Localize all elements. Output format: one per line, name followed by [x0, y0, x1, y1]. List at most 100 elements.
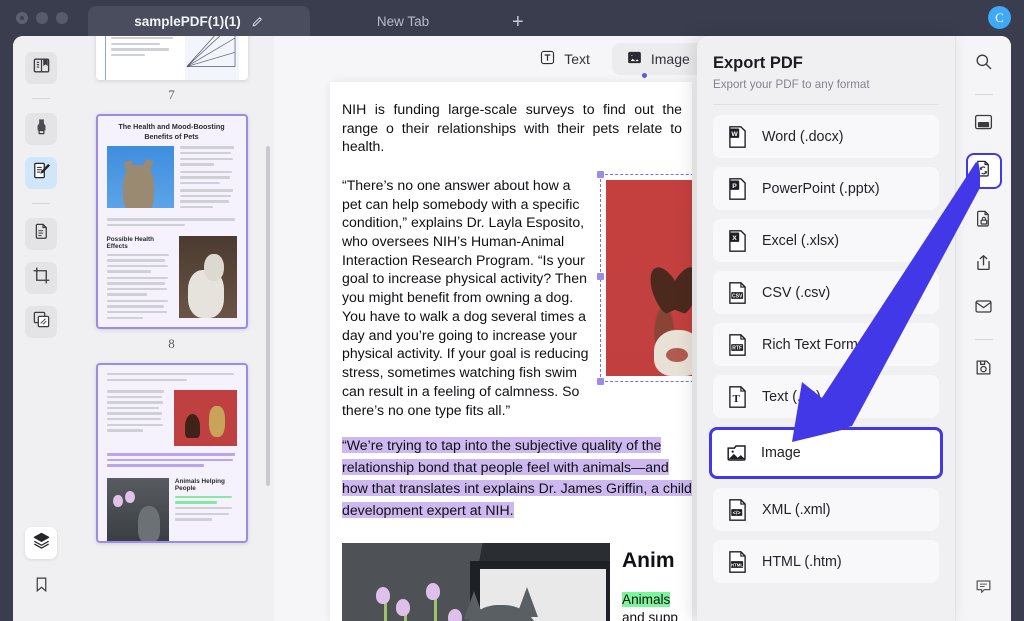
export-option-label: Excel (.xlsx) [762, 233, 839, 249]
tab-samplepdf[interactable]: samplePDF(1)(1) [88, 6, 310, 36]
reader-view-icon [32, 56, 51, 80]
export-option-label: Text (.txt) [762, 389, 821, 405]
sidebar-item-layers[interactable] [25, 527, 57, 559]
minimize-window-button[interactable] [36, 12, 48, 24]
rail-divider [975, 339, 993, 340]
page-thumbnails-pane[interactable]: 7 The Health and Mood-Boosting Benefits … [69, 36, 274, 621]
thumbnail-label-7: 7 [168, 87, 175, 103]
doc-line-1: and supp [622, 609, 680, 621]
sidebar-item-ocr[interactable]: OCR [968, 109, 1000, 141]
export-option-powerpoint[interactable]: P PowerPoint (.pptx) [713, 167, 939, 210]
sidebar-item-export-convert[interactable] [966, 153, 1002, 189]
pdf-page-canvas[interactable]: NIH is funding large-scale surveys to fi… [330, 82, 692, 621]
crop-page-icon [32, 266, 51, 290]
sidebar-item-save[interactable] [968, 354, 1000, 386]
right-toolbar: OCR [955, 36, 1011, 621]
sidebar-item-organize-pages[interactable] [25, 218, 57, 250]
title-bar: samplePDF(1)(1) New Tab + C [0, 0, 1024, 36]
pencil-icon[interactable] [251, 15, 264, 28]
section-heading: Anim [622, 549, 680, 573]
export-option-rtf[interactable]: RTF Rich Text Format [713, 323, 939, 366]
sidebar-item-search[interactable] [968, 48, 1000, 80]
save-icon [974, 358, 993, 382]
thumbnail-list: 7 The Health and Mood-Boosting Benefits … [69, 40, 274, 543]
rail-divider [975, 94, 993, 95]
comment-icon [974, 577, 993, 601]
export-option-label: CSV (.csv) [762, 285, 830, 301]
highlighter-icon [32, 117, 51, 141]
svg-text:OCR: OCR [979, 122, 990, 127]
svg-text:P: P [732, 182, 737, 189]
export-convert-icon [974, 159, 993, 183]
avatar[interactable]: C [988, 6, 1011, 29]
sidebar-item-duplicate-pages[interactable] [25, 306, 57, 338]
diagram-thumb [185, 36, 239, 78]
export-option-html[interactable]: HTML HTML (.htm) [713, 540, 939, 583]
image-mode-label: Image [651, 51, 690, 67]
image-tool-icon [626, 49, 643, 69]
export-option-label: Word (.docx) [762, 129, 844, 145]
svg-text:</>: </> [733, 510, 742, 516]
resize-handle-top-left[interactable] [597, 171, 604, 178]
export-option-label: Rich Text Format [762, 337, 870, 353]
tab-image-mode[interactable]: Image [612, 43, 704, 75]
close-window-button[interactable] [16, 12, 28, 24]
rtf-file-icon: RTF [727, 334, 748, 356]
sidebar-item-email[interactable] [968, 293, 1000, 325]
resize-handle-middle-left[interactable] [597, 273, 604, 280]
window-controls[interactable] [0, 12, 68, 24]
sidebar-item-edit-annotate[interactable] [25, 157, 57, 189]
cat-with-tulips-photo[interactable] [342, 543, 610, 621]
thumbnails-scrollbar[interactable] [266, 146, 270, 486]
export-option-csv[interactable]: CSV CSV (.csv) [713, 271, 939, 314]
export-option-image[interactable]: Image [709, 427, 943, 479]
svg-text:W: W [731, 130, 738, 137]
tab-new-tab[interactable]: New Tab [310, 6, 496, 36]
sidebar-item-reader-view[interactable] [25, 52, 57, 84]
thumb-cat-photo [107, 146, 175, 208]
resize-handle-bottom-left[interactable] [597, 378, 604, 385]
tab-text-mode[interactable]: Text [525, 43, 604, 75]
sidebar-item-comment[interactable] [968, 573, 1000, 605]
thumbnail-page-8[interactable]: The Health and Mood-Boosting Benefits of… [96, 114, 248, 329]
sidebar-item-share[interactable] [968, 249, 1000, 281]
sidebar-item-bookmark[interactable] [25, 571, 57, 603]
word-file-icon: W [727, 126, 748, 148]
left-toolbar [13, 36, 69, 621]
dog-in-antlers-photo[interactable] [606, 180, 692, 376]
new-tab-button[interactable]: + [496, 12, 540, 36]
doc-paragraph-1: NIH is funding large-scale surveys to fi… [342, 100, 682, 156]
thumbnail-page-9[interactable]: Animals Helping People [96, 363, 248, 543]
thumbnail-page-7[interactable] [96, 36, 248, 80]
export-option-xml[interactable]: </> XML (.xml) [713, 488, 939, 531]
export-option-txt[interactable]: T Text (.txt) [713, 375, 939, 418]
tab-label: New Tab [377, 14, 429, 29]
svg-text:CSV: CSV [732, 293, 743, 299]
protect-lock-icon [974, 209, 993, 233]
export-panel-title: Export PDF [713, 54, 939, 73]
maximize-window-button[interactable] [56, 12, 68, 24]
image-file-icon [726, 442, 747, 464]
svg-text:RTF: RTF [732, 345, 742, 351]
html-file-icon: HTML [727, 551, 748, 573]
thumb-red-photo [174, 390, 236, 446]
search-icon [974, 52, 993, 76]
export-panel-subtitle: Export your PDF to any format [713, 78, 939, 91]
sidebar-item-highlighter[interactable] [25, 113, 57, 145]
export-option-label: Image [761, 445, 801, 461]
export-pdf-panel: Export PDF Export your PDF to any format… [697, 36, 955, 621]
svg-text:HTML: HTML [731, 562, 744, 567]
csv-file-icon: CSV [727, 282, 748, 304]
export-option-excel[interactable]: X Excel (.xlsx) [713, 219, 939, 262]
rail-divider [32, 203, 50, 204]
powerpoint-file-icon: P [727, 178, 748, 200]
tab-strip: samplePDF(1)(1) New Tab + [88, 0, 540, 36]
sidebar-item-crop-page[interactable] [25, 262, 57, 294]
xml-file-icon: </> [727, 499, 748, 521]
thumbnail-label-8: 8 [168, 336, 175, 352]
duplicate-pages-icon [32, 310, 51, 334]
export-option-word[interactable]: W Word (.docx) [713, 115, 939, 158]
text-mode-label: Text [564, 51, 590, 67]
sidebar-item-protect[interactable] [968, 205, 1000, 237]
text-tool-icon [539, 49, 556, 69]
